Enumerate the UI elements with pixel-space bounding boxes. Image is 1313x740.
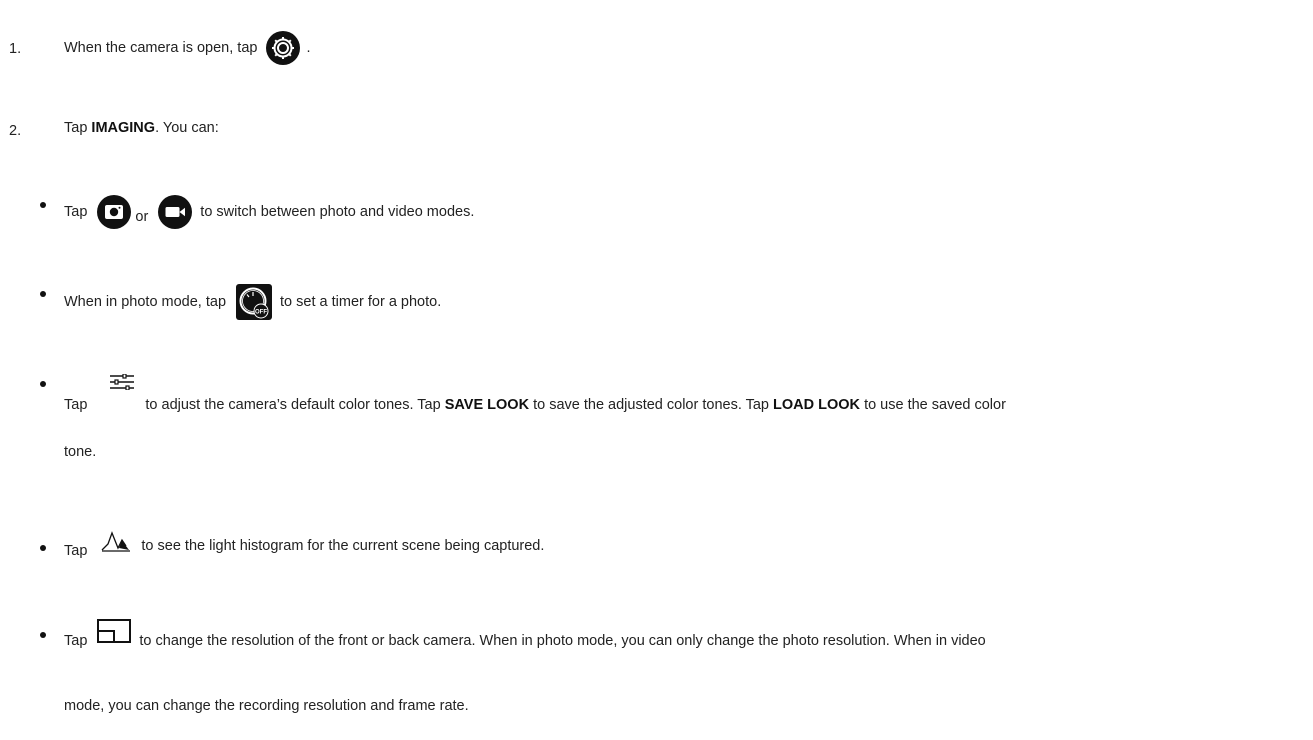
bullet-dot — [40, 291, 46, 297]
save-look-label: SAVE LOOK — [444, 397, 530, 413]
camera-icon — [97, 195, 132, 229]
bullet-dot — [40, 545, 46, 551]
bullet-dot — [40, 381, 46, 387]
timer-text: When in photo mode, tap — [64, 294, 227, 310]
step-number: 1. — [9, 41, 22, 57]
tap-text: Tap — [64, 204, 88, 220]
color-text-4: tone. — [64, 444, 97, 460]
or-text: or — [135, 209, 149, 225]
timer-text-end: to set a timer for a photo. — [280, 294, 442, 310]
tap-text: Tap — [64, 633, 88, 649]
color-text-1: to adjust the camera’s default color ton… — [145, 397, 441, 413]
step-1-text: When the camera is open, tap — [64, 40, 258, 56]
tap-text: Tap — [64, 543, 88, 559]
resolution-text: to change the resolution of the front or… — [139, 633, 986, 649]
video-icon — [158, 195, 193, 229]
resolution-icon — [97, 619, 132, 643]
bullet-dot — [40, 202, 46, 208]
step-2-text: Tap — [64, 120, 88, 136]
timer-off-icon: OFF — [236, 284, 273, 320]
color-text-2: to save the adjusted color tones. Tap — [533, 397, 769, 413]
load-look-label: LOAD LOOK — [773, 397, 861, 413]
step-number: 2. — [9, 123, 22, 139]
tap-text: Tap — [64, 397, 88, 413]
resolution-text-2: mode, you can change the recording resol… — [64, 698, 469, 714]
step-2-text-end: . You can: — [155, 120, 219, 136]
color-text-3: to use the saved color — [864, 397, 1006, 413]
imaging-label: IMAGING — [91, 120, 156, 136]
histogram-text: to see the light histogram for the curre… — [141, 538, 545, 554]
gear-icon — [266, 31, 301, 65]
step-1-period: . — [306, 40, 311, 56]
timer-off-label: OFF — [255, 309, 267, 315]
bullet-dot — [40, 632, 46, 638]
sliders-icon — [109, 374, 135, 390]
histogram-icon — [101, 530, 131, 552]
mode-text: to switch between photo and video modes. — [200, 204, 475, 220]
